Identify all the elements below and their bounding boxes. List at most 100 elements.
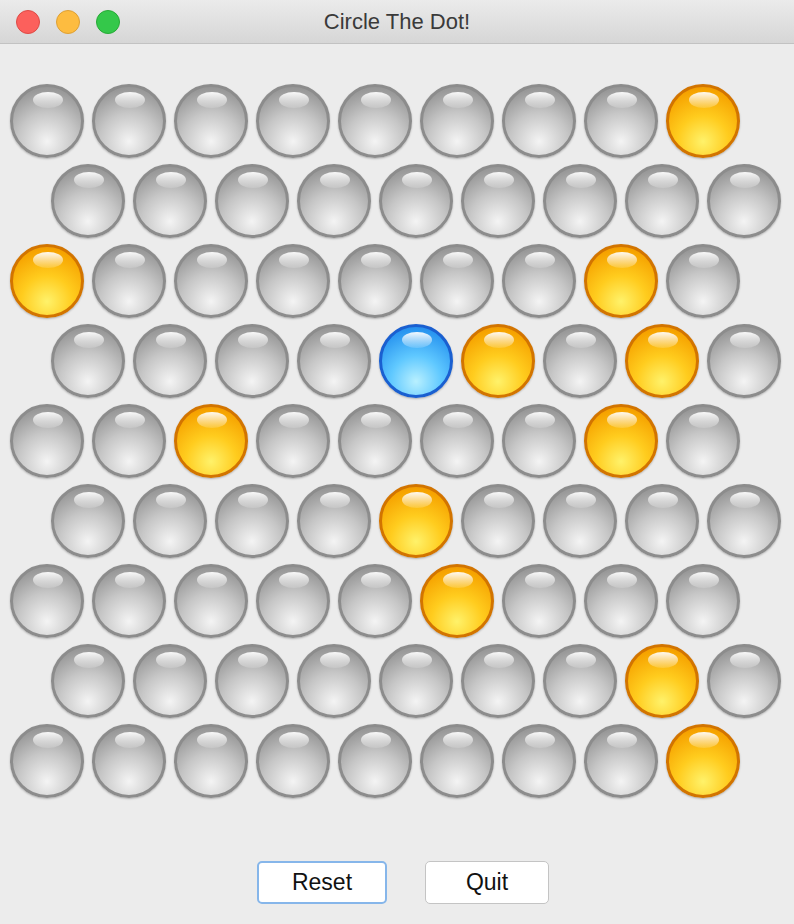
board-ball[interactable] [666, 244, 740, 318]
board-row [10, 724, 794, 798]
board-ball[interactable] [10, 404, 84, 478]
board-ball[interactable] [666, 404, 740, 478]
board-ball[interactable] [338, 84, 412, 158]
board-ball[interactable] [379, 484, 453, 558]
board-row [10, 644, 794, 718]
board-ball[interactable] [461, 644, 535, 718]
board-ball[interactable] [338, 564, 412, 638]
board-ball[interactable] [174, 404, 248, 478]
board-ball[interactable] [420, 84, 494, 158]
board-ball[interactable] [625, 644, 699, 718]
board-ball[interactable] [584, 244, 658, 318]
title-bar: Circle The Dot! [0, 0, 794, 44]
board-ball[interactable] [51, 324, 125, 398]
board-ball[interactable] [420, 564, 494, 638]
board-ball[interactable] [379, 644, 453, 718]
zoom-icon[interactable] [96, 10, 120, 34]
close-icon[interactable] [16, 10, 40, 34]
board-ball[interactable] [625, 324, 699, 398]
board-row [10, 324, 794, 398]
board-ball[interactable] [420, 724, 494, 798]
board-ball[interactable] [51, 644, 125, 718]
board-ball[interactable] [51, 484, 125, 558]
board-ball[interactable] [338, 244, 412, 318]
board-ball[interactable] [625, 484, 699, 558]
board-ball[interactable] [10, 244, 84, 318]
board-ball[interactable] [215, 644, 289, 718]
board-row [10, 244, 794, 318]
board-ball[interactable] [215, 164, 289, 238]
board-ball[interactable] [584, 724, 658, 798]
board-ball[interactable] [297, 324, 371, 398]
board-ball[interactable] [174, 244, 248, 318]
board-ball[interactable] [297, 644, 371, 718]
board-ball[interactable] [502, 724, 576, 798]
content: Reset Quit [0, 44, 794, 924]
board-row [10, 164, 794, 238]
board-ball[interactable] [707, 324, 781, 398]
game-window: Circle The Dot! Reset Quit [0, 0, 794, 924]
board-ball[interactable] [256, 404, 330, 478]
board-ball[interactable] [666, 724, 740, 798]
board-ball[interactable] [461, 324, 535, 398]
board-ball[interactable] [420, 404, 494, 478]
board-ball[interactable] [543, 324, 617, 398]
board-ball[interactable] [338, 724, 412, 798]
board-ball[interactable] [543, 644, 617, 718]
board-ball[interactable] [256, 724, 330, 798]
board-ball[interactable] [133, 164, 207, 238]
board-ball[interactable] [502, 244, 576, 318]
board-ball[interactable] [461, 164, 535, 238]
minimize-icon[interactable] [56, 10, 80, 34]
dot-ball[interactable] [379, 324, 453, 398]
board-ball[interactable] [133, 644, 207, 718]
board-ball[interactable] [502, 404, 576, 478]
board-ball[interactable] [10, 564, 84, 638]
action-button[interactable]: Quit [425, 861, 549, 904]
board-ball[interactable] [584, 404, 658, 478]
board-ball[interactable] [10, 724, 84, 798]
board-ball[interactable] [256, 564, 330, 638]
board-ball[interactable] [666, 564, 740, 638]
action-button[interactable]: Reset [257, 861, 387, 904]
board-row [10, 404, 794, 478]
board-ball[interactable] [666, 84, 740, 158]
board-ball[interactable] [174, 564, 248, 638]
board-ball[interactable] [707, 644, 781, 718]
board-ball[interactable] [92, 564, 166, 638]
board-row [10, 84, 794, 158]
board-ball[interactable] [420, 244, 494, 318]
board-ball[interactable] [584, 84, 658, 158]
board-ball[interactable] [133, 484, 207, 558]
board-ball[interactable] [707, 484, 781, 558]
board-ball[interactable] [215, 324, 289, 398]
board-ball[interactable] [502, 84, 576, 158]
window-controls [0, 10, 120, 34]
board-ball[interactable] [92, 404, 166, 478]
board-ball[interactable] [256, 84, 330, 158]
board-ball[interactable] [461, 484, 535, 558]
board-ball[interactable] [10, 84, 84, 158]
board-ball[interactable] [297, 484, 371, 558]
board-ball[interactable] [502, 564, 576, 638]
board-ball[interactable] [707, 164, 781, 238]
board-ball[interactable] [92, 724, 166, 798]
board-ball[interactable] [51, 164, 125, 238]
board-ball[interactable] [297, 164, 371, 238]
board-ball[interactable] [379, 164, 453, 238]
board-ball[interactable] [584, 564, 658, 638]
board-ball[interactable] [256, 244, 330, 318]
board [0, 44, 794, 798]
board-ball[interactable] [92, 84, 166, 158]
board-ball[interactable] [338, 404, 412, 478]
board-ball[interactable] [543, 484, 617, 558]
board-ball[interactable] [543, 164, 617, 238]
button-bar: Reset Quit [0, 861, 794, 904]
board-row [10, 564, 794, 638]
board-ball[interactable] [215, 484, 289, 558]
board-ball[interactable] [92, 244, 166, 318]
board-ball[interactable] [174, 724, 248, 798]
board-ball[interactable] [174, 84, 248, 158]
board-ball[interactable] [625, 164, 699, 238]
board-ball[interactable] [133, 324, 207, 398]
